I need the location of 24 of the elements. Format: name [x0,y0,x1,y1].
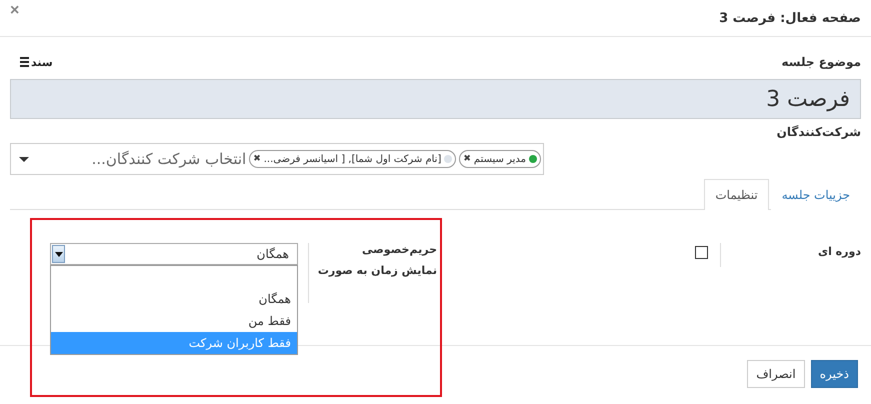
field-label: شرکت‌کنندگان [776,125,861,139]
save-button[interactable]: ذخیره [810,360,858,388]
field-label: دوره ای [720,243,861,267]
menu-icon [20,57,29,67]
privacy-select[interactable]: همگان [50,243,298,265]
dropdown-option[interactable]: فقط من [51,310,297,332]
field-label: موضوع جلسه [782,55,861,69]
dialog-title: صفحه فعال: فرصت 3 [719,10,861,26]
attendees-field[interactable]: مدیر سیستم ✖ [نام شرکت اول شما], [ اسیانسر فرضی... ✖ انتخاب شرکت کنندگان... [10,143,544,175]
attendee-tag[interactable]: مدیر سیستم ✖ [459,150,541,168]
remove-icon[interactable]: ✖ [463,154,471,164]
field-label: نمایش زمان به صورت [321,264,437,277]
placeholder-text: انتخاب شرکت کنندگان... [92,150,246,168]
cancel-button[interactable]: انصراف [747,360,805,388]
dropdown-option[interactable]: همگان [51,288,297,310]
document-link[interactable]: سند [20,56,53,68]
checkbox[interactable] [695,246,708,259]
attendee-tag[interactable]: [نام شرکت اول شما], [ اسیانسر فرضی... ✖ [249,150,456,168]
field-label: حریم‌خصوصی [361,243,437,256]
close-button[interactable]: × [10,2,20,20]
remove-icon[interactable]: ✖ [253,154,261,164]
tab[interactable]: تنظیمات [704,179,769,210]
caret-icon[interactable] [19,157,29,162]
subject-field[interactable]: فرصت 3 [10,79,861,119]
